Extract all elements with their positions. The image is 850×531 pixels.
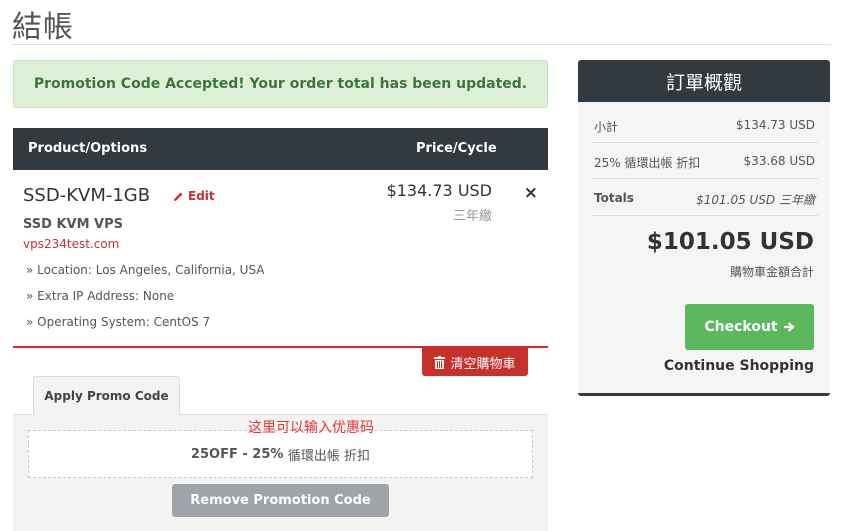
empty-cart-button[interactable]: 清空購物車 — [422, 348, 528, 376]
totals-value: $101.05 USD 三年繳 — [696, 193, 815, 207]
subtotal-label: 小計 — [594, 120, 619, 134]
summary-divider — [592, 178, 818, 179]
pencil-icon — [173, 191, 183, 201]
promo-annotation: 这里可以输入优惠码 — [248, 420, 374, 436]
promo-success-alert: Promotion Code Accepted! Your order tota… — [13, 60, 548, 108]
promo-code-type: 循環出帳 折扣 — [287, 448, 371, 464]
summary-title-text: 訂單概觀 — [665, 71, 742, 94]
edit-item-link[interactable]: Edit — [173, 189, 215, 203]
remove-promo-label: Remove Promotion Code — [190, 493, 371, 508]
order-summary-title: 訂單概觀 — [578, 60, 830, 102]
item-name: SSD-KVM-1GB — [23, 185, 151, 206]
applied-promo-code: 25OFF - 25% 循環出帳 折扣 — [28, 430, 533, 478]
tab-label: Apply Promo Code — [44, 389, 169, 403]
order-summary: 訂單概觀 小計 $134.73 USD 25% 循環出帳 折扣 $33.68 U… — [578, 60, 830, 396]
item-cycle: 三年繳 — [452, 209, 492, 224]
header-product-options: Product/Options — [28, 141, 148, 156]
totals-label: Totals — [594, 191, 634, 205]
item-price: $134.73 USD — [386, 181, 492, 200]
item-option-os: » Operating System: CentOS 7 — [26, 315, 211, 329]
alert-message: Promotion Code Accepted! Your order tota… — [33, 76, 528, 92]
continue-shopping-link[interactable]: Continue Shopping — [664, 358, 814, 374]
item-option-extra-ip: » Extra IP Address: None — [26, 289, 175, 303]
summary-divider — [592, 142, 818, 143]
promo-code-text: 25OFF - 25% — [190, 446, 284, 462]
cart-item: SSD-KVM-1GB Edit SSD KVM VPS vps234test.… — [13, 170, 548, 348]
remove-item-button[interactable]: × — [524, 183, 538, 203]
cart-table-header: Product/Options Price/Cycle — [13, 128, 548, 170]
header-price-cycle: Price/Cycle — [416, 141, 497, 156]
tab-apply-promo-code[interactable]: Apply Promo Code — [33, 376, 180, 415]
item-group: SSD KVM VPS — [23, 217, 124, 232]
arrow-right-icon — [783, 322, 795, 332]
title-divider — [13, 44, 831, 45]
edit-label: Edit — [188, 189, 215, 203]
trash-icon — [434, 355, 446, 369]
summary-divider — [592, 215, 818, 216]
checkout-button[interactable]: Checkout — [685, 304, 814, 350]
grand-total: $101.05 USD — [646, 229, 814, 255]
empty-cart-label: 清空購物車 — [450, 356, 516, 372]
discount-label: 25% 循環出帳 折扣 — [594, 156, 701, 170]
item-domain: vps234test.com — [23, 237, 120, 251]
subtotal-value: $134.73 USD — [735, 118, 815, 132]
discount-value: $33.68 USD — [743, 154, 815, 168]
item-option-location: » Location: Los Angeles, California, USA — [26, 263, 265, 277]
remove-promotion-code-button[interactable]: Remove Promotion Code — [172, 484, 389, 517]
checkout-label: Checkout — [704, 319, 778, 335]
grand-total-label: 購物車金額合計 — [729, 265, 814, 279]
page-title: 結帳 — [12, 10, 74, 45]
